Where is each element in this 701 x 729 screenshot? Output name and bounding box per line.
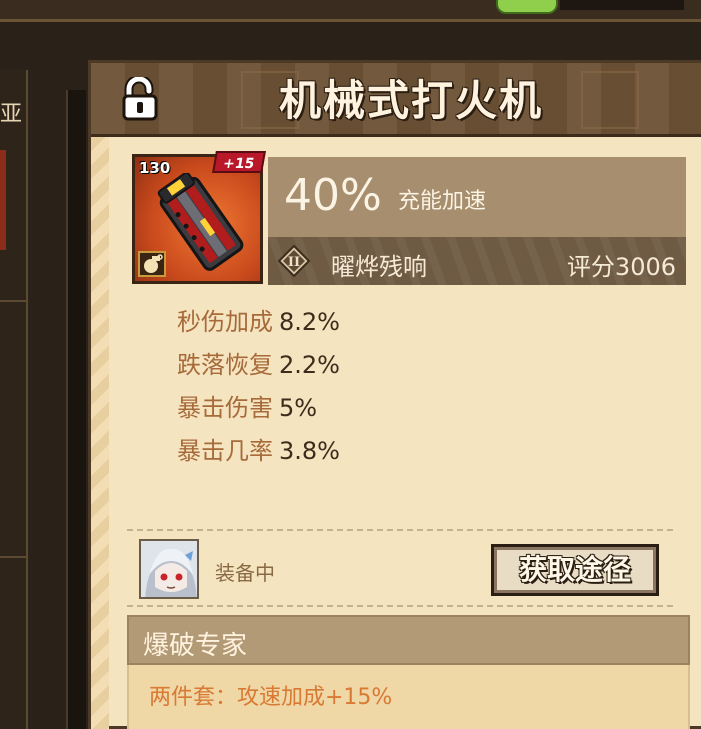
card-header: 机械式打火机 — [91, 63, 701, 137]
set-name: 曜烨残响 — [331, 253, 427, 281]
stat-row: 暴击几率 3.8% — [177, 430, 340, 473]
left-panel-label: 亚 — [0, 102, 22, 127]
stat-value: 3.8% — [279, 437, 340, 465]
svg-text:II: II — [288, 255, 300, 270]
stat-row: 跌落恢复 2.2% — [177, 344, 340, 387]
equipped-status: 装备中 — [215, 561, 275, 585]
set-bonus-title: 爆破专家 — [143, 631, 248, 661]
stat-row: 秒伤加成 8.2% — [177, 301, 340, 344]
item-detail-card: 机械式打火机 130 +15 40% 充能加速 II 曜烨残响 评分3006 秒… — [88, 60, 701, 729]
set-bar: II 曜烨残响 评分3006 — [268, 237, 686, 285]
left-panel-image — [0, 150, 6, 250]
top-inventory-item[interactable] — [496, 0, 558, 14]
stat-value: 2.2% — [279, 351, 340, 379]
stat-label: 跌落恢复 — [177, 351, 273, 379]
set-bonus-header: 爆破专家 — [127, 615, 690, 665]
item-title: 机械式打火机 — [278, 76, 543, 125]
stat-label: 暴击几率 — [177, 437, 273, 465]
left-panel-divider — [0, 300, 26, 302]
unlock-icon[interactable] — [121, 74, 161, 121]
header-decoration — [581, 71, 639, 129]
stat-value: 8.2% — [279, 308, 340, 336]
charge-panel: 40% 充能加速 — [268, 157, 686, 237]
stat-label: 秒伤加成 — [177, 308, 273, 336]
stat-value: 5% — [279, 394, 318, 422]
card-side-stripe — [91, 137, 109, 729]
enhance-badge: +15 — [212, 151, 266, 173]
tier-two-icon: II — [278, 245, 310, 277]
character-avatar[interactable] — [139, 539, 199, 599]
item-score: 评分3006 — [566, 253, 676, 281]
background-column — [66, 90, 86, 729]
left-panel-divider — [0, 556, 26, 558]
stat-list: 秒伤加成 8.2% 跌落恢复 2.2% 暴击伤害 5% 暴击几率 3.8% — [177, 301, 340, 473]
item-level: 130 — [139, 159, 171, 177]
stat-row: 暴击伤害 5% — [177, 387, 340, 430]
charge-percent: 40% — [284, 170, 382, 221]
grenade-icon — [138, 251, 166, 277]
top-dark-slot — [560, 0, 684, 10]
obtain-source-button[interactable]: 获取途径 — [491, 544, 659, 596]
stat-label: 暴击伤害 — [177, 394, 273, 422]
charge-label: 充能加速 — [398, 189, 487, 214]
set-bonus-body: 两件套：攻速加成+15% — [127, 665, 690, 729]
set-bonus-entry: 两件套：攻速加成+15% — [149, 685, 393, 710]
item-icon-frame[interactable]: 130 +15 — [132, 151, 266, 284]
dashed-divider — [127, 529, 673, 531]
dashed-divider — [127, 605, 673, 607]
